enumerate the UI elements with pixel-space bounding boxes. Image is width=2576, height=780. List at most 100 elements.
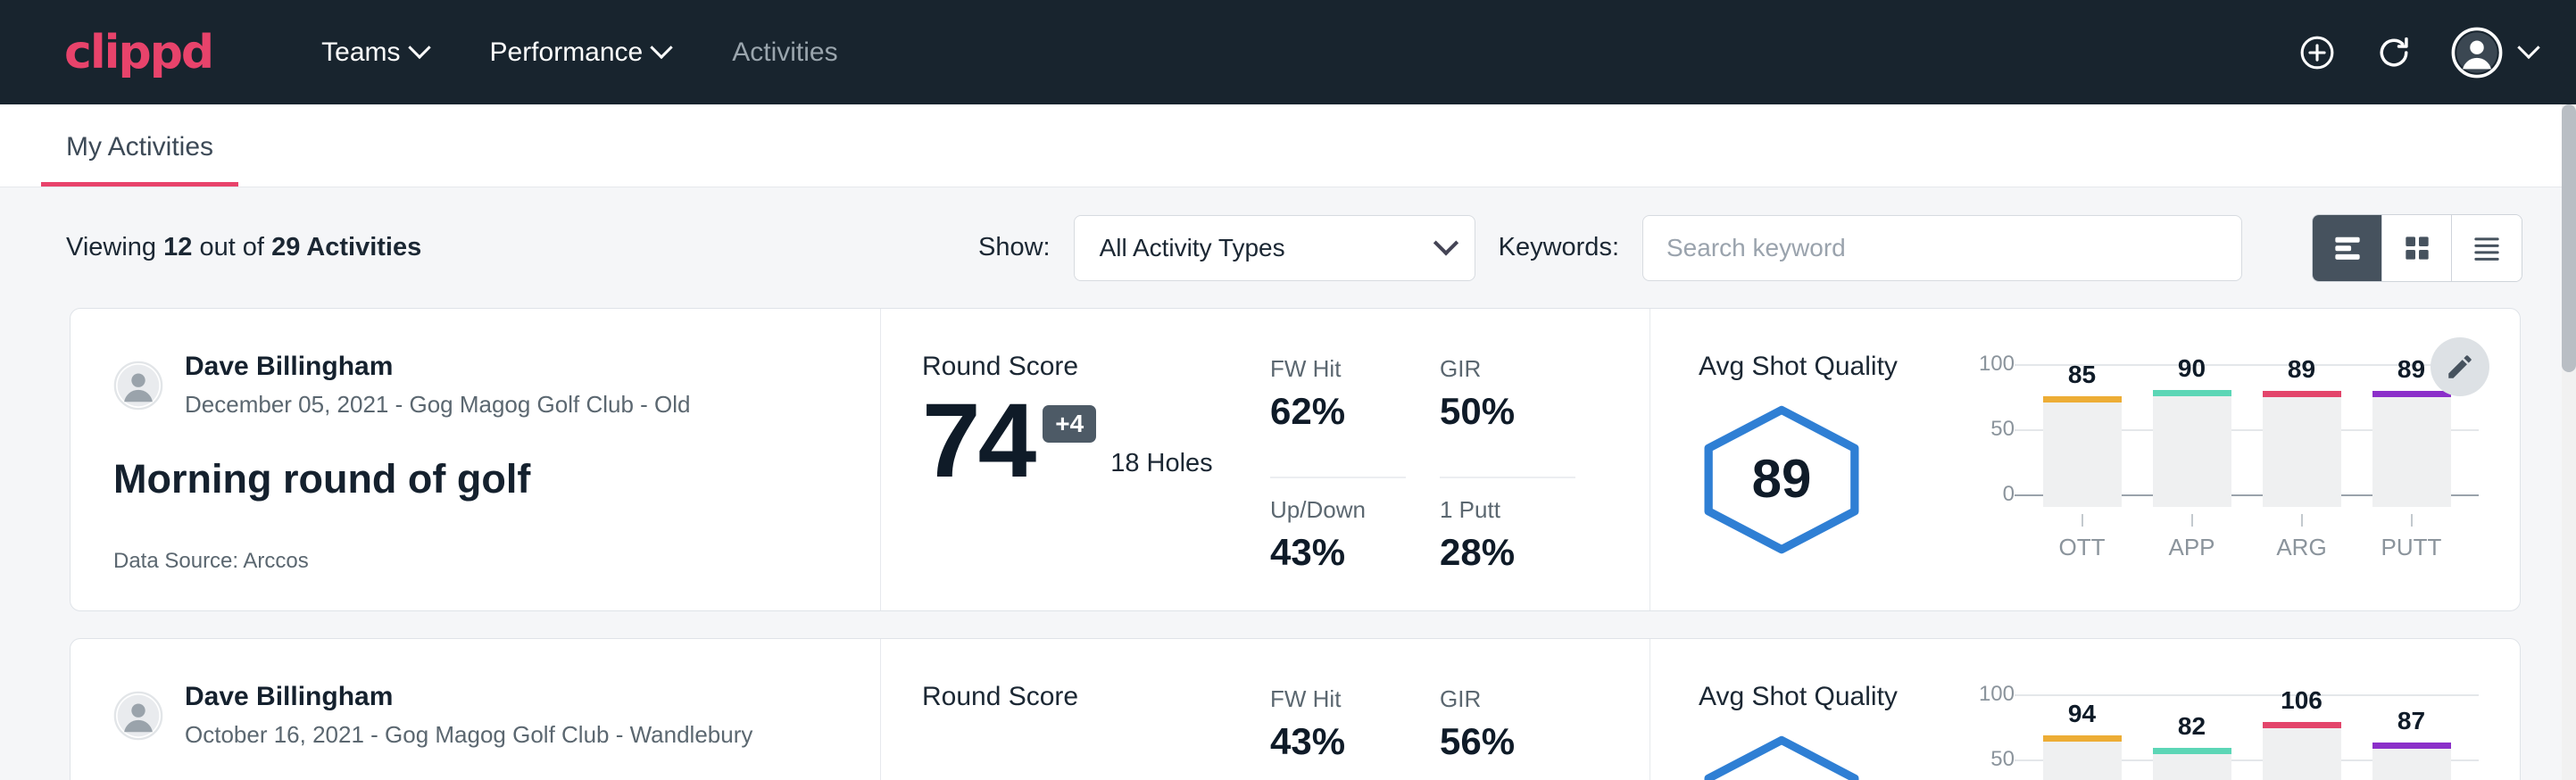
page-scrollbar[interactable] xyxy=(2562,104,2576,780)
page-scrollbar-thumb[interactable] xyxy=(2562,104,2576,372)
chart-tick-mark xyxy=(2191,514,2193,527)
chart-bar xyxy=(2263,391,2341,507)
chevron-down-icon xyxy=(2517,36,2539,58)
stat-1-putt: 1 Putt 28% xyxy=(1440,496,1575,610)
stat-value: 43% xyxy=(1270,531,1406,574)
avatar xyxy=(113,691,163,741)
activity-card[interactable]: Dave Billingham December 05, 2021 - Gog … xyxy=(70,308,2521,611)
chart-bar-value-label: 87 xyxy=(2372,707,2451,735)
view-mode-grid-button[interactable] xyxy=(2382,215,2452,281)
shot-quality-bar-chart: 100 50 0 948210687 OTTAPPARGPUTT xyxy=(1957,694,2479,780)
chart-bar-value-label: 82 xyxy=(2153,712,2231,741)
nav-item-label: Teams xyxy=(321,37,400,68)
chart-x-tick-label: PUTT xyxy=(2372,514,2451,561)
activity-summary-column: Dave Billingham December 05, 2021 - Gog … xyxy=(71,309,881,610)
view-mode-compact-button[interactable] xyxy=(2452,215,2522,281)
chart-bar-group: 106 xyxy=(2263,722,2341,780)
refresh-icon[interactable] xyxy=(2374,33,2414,72)
chart-bar-group: 89 xyxy=(2263,391,2341,507)
activity-card[interactable]: Dave Billingham October 16, 2021 - Gog M… xyxy=(70,638,2521,780)
chart-tick-mark xyxy=(2301,514,2303,527)
stat-value: 43% xyxy=(1270,720,1406,763)
nav-item-label: Activities xyxy=(732,37,837,68)
stat-fw-hit: FW Hit 62% xyxy=(1270,355,1406,478)
chart-bar-cap xyxy=(2372,743,2451,749)
chart-bar-value-label: 89 xyxy=(2263,355,2341,384)
data-source-label: Data Source: Arccos xyxy=(113,549,880,574)
chart-bar-value-label: 106 xyxy=(2263,686,2341,715)
stat-label: Up/Down xyxy=(1270,496,1406,524)
plus-circle-icon[interactable] xyxy=(2298,33,2337,72)
account-avatar-icon xyxy=(2451,27,2503,79)
chart-bar-value-label: 85 xyxy=(2043,361,2122,389)
view-mode-list-button[interactable] xyxy=(2313,215,2382,281)
round-score-block: Round Score 74 +4 18 Holes xyxy=(922,352,1270,610)
chart-tick-mark xyxy=(2411,514,2413,527)
y-tick-label: 50 xyxy=(1990,747,2015,772)
stat-label: GIR xyxy=(1440,355,1575,383)
avg-shot-quality-title: Avg Shot Quality xyxy=(1699,682,1957,712)
viewing-prefix: Viewing xyxy=(66,233,156,261)
chart-plot-area: 948210687 OTTAPPARGPUTT xyxy=(2015,694,2479,780)
viewing-count: 12 xyxy=(163,233,192,261)
chart-bar-cap xyxy=(2153,390,2231,396)
activity-summary-column: Dave Billingham October 16, 2021 - Gog M… xyxy=(71,639,881,780)
chart-bar-value-label: 90 xyxy=(2153,354,2231,383)
shot-quality-column: Avg Shot Quality 89 100 50 0 xyxy=(1650,309,2520,610)
search-input[interactable] xyxy=(1642,215,2242,281)
stat-fw-hit: FW Hit 43% xyxy=(1270,685,1406,780)
nav-item-performance[interactable]: Performance xyxy=(470,25,690,80)
holes-played: 18 Holes xyxy=(1110,449,1212,478)
chart-x-tick-label: ARG xyxy=(2263,514,2341,561)
activity-type-selected-value: All Activity Types xyxy=(1100,234,1285,262)
top-nav-actions xyxy=(2298,27,2537,79)
chevron-down-icon xyxy=(1433,230,1458,255)
score-column: Round Score FW Hit 43% GIR 56% xyxy=(881,639,1650,780)
view-mode-toggle-group xyxy=(2312,214,2522,282)
chart-bar xyxy=(2263,722,2341,780)
viewing-total: 29 Activities xyxy=(271,233,421,261)
nav-item-activities[interactable]: Activities xyxy=(712,25,857,80)
chart-bar-cap xyxy=(2263,391,2341,397)
chart-y-axis: 100 50 0 xyxy=(1957,364,2015,507)
chart-bar xyxy=(2153,390,2231,507)
tab-my-activities[interactable]: My Activities xyxy=(41,132,238,187)
stat-value: 62% xyxy=(1270,390,1406,433)
edit-activity-button[interactable] xyxy=(2431,337,2489,396)
account-menu[interactable] xyxy=(2451,27,2537,79)
chart-bar xyxy=(2043,396,2122,507)
chart-x-tick-label: APP xyxy=(2153,514,2231,561)
filter-controls: Show: All Activity Types Keywords: xyxy=(978,214,2522,282)
avg-shot-quality-value: 89 xyxy=(1752,448,1812,510)
stat-gir: GIR 56% xyxy=(1440,685,1575,780)
avatar xyxy=(113,361,163,411)
stat-value: 28% xyxy=(1440,531,1575,574)
activity-meta: December 05, 2021 - Gog Magog Golf Club … xyxy=(185,391,691,419)
player-name: Dave Billingham xyxy=(185,682,752,712)
show-label: Show: xyxy=(978,233,1051,262)
round-score-title: Round Score xyxy=(922,682,1270,712)
chart-bar xyxy=(2372,391,2451,507)
chart-bar-group: 85 xyxy=(2043,396,2122,507)
y-tick-label: 50 xyxy=(1990,417,2015,442)
avg-shot-quality-hexagon xyxy=(1699,734,1865,780)
stat-up-down: Up/Down 43% xyxy=(1270,496,1406,610)
chart-bar-cap xyxy=(2043,396,2122,402)
keywords-label: Keywords: xyxy=(1499,233,1619,262)
clippd-logo[interactable]: clippd xyxy=(64,26,212,79)
y-tick-label: 0 xyxy=(2003,482,2015,507)
chart-bar-group: 82 xyxy=(2153,748,2231,780)
player-name: Dave Billingham xyxy=(185,352,691,382)
y-tick-label: 100 xyxy=(1979,682,2015,707)
stat-value: 50% xyxy=(1440,390,1575,433)
chart-bar xyxy=(2043,735,2122,780)
chart-bar-group: 89 xyxy=(2372,391,2451,507)
score-to-par-badge: +4 xyxy=(1043,405,1096,443)
activity-type-select[interactable]: All Activity Types xyxy=(1074,215,1475,281)
stat-label: 1 Putt xyxy=(1440,496,1575,524)
stat-label: FW Hit xyxy=(1270,355,1406,383)
shot-quality-bar-chart: 100 50 0 85908989 OTTAPPARGPUTT xyxy=(1957,364,2479,610)
top-navigation-bar: clippd Teams Performance Activities xyxy=(0,0,2576,104)
nav-item-teams[interactable]: Teams xyxy=(302,25,446,80)
activity-title: Morning round of golf xyxy=(113,456,880,502)
